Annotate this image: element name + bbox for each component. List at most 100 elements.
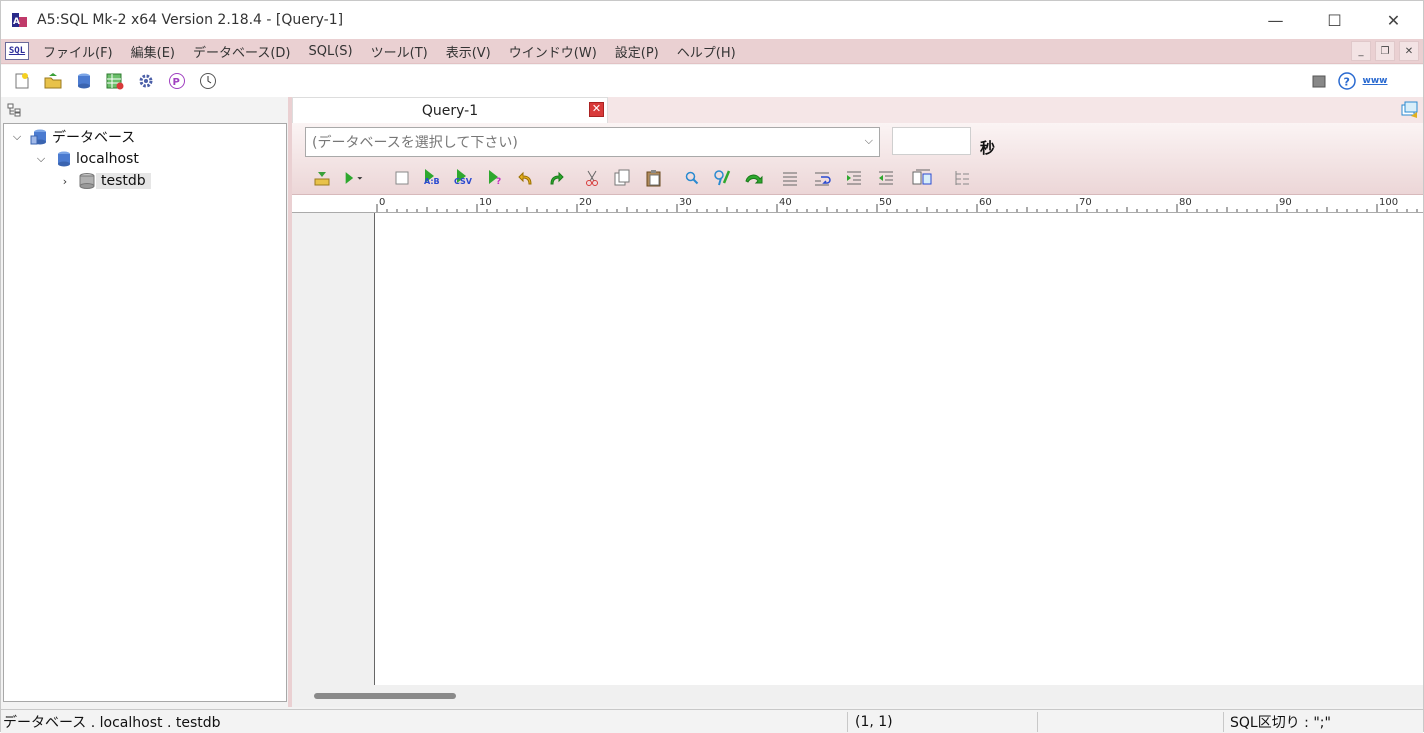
tree-node-testdb[interactable]: › testdb [58,170,151,192]
database-icon[interactable] [74,71,94,91]
svg-text:P: P [173,77,180,88]
query-header-panel: (データベースを選択して下さい) ⌵ 秒 A:B CSV ? [292,123,1423,195]
menu-bar: SQL ファイル(F) 編集(E) データベース(D) SQL(S) ツール(T… [1,39,1423,64]
chevron-down-icon[interactable]: ⌵ [865,134,873,148]
run-ab-icon[interactable]: A:B [422,167,442,189]
search-next-icon[interactable] [744,167,764,189]
www-label: www [1362,76,1388,86]
chevron-down-icon[interactable]: ⌵ [34,152,48,166]
menu-window[interactable]: ウインドウ(W) [505,42,601,61]
mdi-restore-button[interactable]: ❐ [1375,41,1395,61]
www-icon[interactable]: www [1362,71,1388,91]
run-from-file-icon[interactable] [312,167,332,189]
database-select-placeholder: (データベースを選択して下さい) [312,135,518,151]
app-window: A A5:SQL Mk-2 x64 Version 2.18.4 - [Quer… [0,0,1424,733]
menu-view[interactable]: 表示(V) [442,42,495,61]
menu-tools[interactable]: ツール(T) [367,42,432,61]
window-controls: — ☐ ✕ [1246,1,1423,39]
tree-outline-icon[interactable] [952,167,972,189]
maximize-button[interactable]: ☐ [1305,1,1364,39]
sql-toolbar: A:B CSV ? [310,167,1410,191]
menu-settings[interactable]: 設定(P) [611,42,663,61]
mdi-minimize-button[interactable]: _ [1351,41,1371,61]
ruler-label: 0 [379,197,386,208]
chevron-down-icon[interactable]: ⌵ [10,130,24,144]
svg-text:A: A [13,17,20,27]
close-button[interactable]: ✕ [1364,1,1423,39]
wrap-icon[interactable] [812,167,832,189]
tree-node-databases[interactable]: ⌵ データベース [10,126,135,148]
database-select[interactable]: (データベースを選択して下さい) ⌵ [305,127,880,157]
menu-edit[interactable]: 編集(E) [127,42,179,61]
database-icon [78,172,96,190]
indent-icon[interactable] [844,167,864,189]
status-divider [1223,712,1224,732]
ruler-label: 50 [879,197,892,208]
ruler-label: 30 [679,197,692,208]
menu-help[interactable]: ヘルプ(H) [673,42,740,61]
svg-text:?: ? [1344,76,1350,89]
export-csv-icon[interactable]: CSV [454,167,474,189]
server-icon [54,150,72,168]
close-tab-icon[interactable]: ✕ [589,102,604,117]
undo-icon[interactable] [516,167,536,189]
status-bar: データベース . localhost . testdb (1, 1) SQL区切… [1,709,1423,733]
status-path: データベース . localhost . testdb [3,715,221,731]
timeout-input[interactable] [892,127,971,155]
ruler-label: 60 [979,197,992,208]
stop-icon[interactable] [1309,71,1329,91]
cut-icon[interactable] [582,167,602,189]
explain-icon[interactable]: ? [486,167,506,189]
main-toolbar: P ? www [1,65,1423,97]
window-title: A5:SQL Mk-2 x64 Version 2.18.4 - [Query-… [37,12,344,28]
redo-icon[interactable] [546,167,566,189]
align-icon[interactable] [780,167,800,189]
title-bar: A A5:SQL Mk-2 x64 Version 2.18.4 - [Quer… [1,1,1423,39]
status-divider [1037,712,1038,732]
chevron-right-icon[interactable]: › [58,174,72,188]
horizontal-scrollbar[interactable] [292,685,1423,707]
menu-file[interactable]: ファイル(F) [39,42,117,61]
sql-logo-icon[interactable]: SQL [5,42,29,60]
toolbar-right: ? www [1301,71,1388,91]
minimize-button[interactable]: — [1246,1,1305,39]
ab-label: A:B [424,177,440,186]
window-list-icon[interactable] [1401,101,1419,119]
tree-label-databases: データベース [52,130,136,146]
editor-gutter [292,213,375,685]
outdent-icon[interactable] [876,167,896,189]
editor-ruler: 0 10 20 30 40 50 60 70 80 90 100 [292,195,1423,213]
database-tree-panel: ⌵ データベース ⌵ localhost › testdb [3,123,287,702]
status-divider [847,712,848,732]
plugin-icon[interactable]: P [167,71,187,91]
table-editor-icon[interactable] [105,71,125,91]
run-icon[interactable] [344,167,364,189]
menu-database[interactable]: データベース(D) [189,42,295,61]
sql-editor[interactable] [292,213,1423,685]
status-sql-delimiter: SQL区切り : ";" [1230,715,1331,731]
svg-text:?: ? [496,177,501,187]
tab-query-1[interactable]: Query-1 ✕ [292,97,608,123]
tab-strip: Query-1 ✕ [292,97,1423,123]
ruler-label: 100 [1379,197,1399,208]
ruler-label: 20 [579,197,592,208]
copy-icon[interactable] [612,167,632,189]
menu-sql[interactable]: SQL(S) [305,44,357,59]
mdi-close-button[interactable]: ✕ [1399,41,1419,61]
replace-icon[interactable] [712,167,732,189]
paste-icon[interactable] [644,167,664,189]
csv-label: CSV [454,177,472,186]
ruler-label: 80 [1179,197,1192,208]
split-editor-icon[interactable] [912,167,932,189]
stop-query-icon[interactable] [392,167,412,189]
clock-icon[interactable] [198,71,218,91]
tree-node-localhost[interactable]: ⌵ localhost [34,148,139,170]
tree-toggle-icon[interactable] [7,103,23,117]
open-icon[interactable] [43,71,63,91]
help-icon[interactable]: ? [1337,71,1357,91]
settings-gear-icon[interactable] [136,71,156,91]
new-query-icon[interactable] [12,71,32,91]
ruler-label: 90 [1279,197,1292,208]
scrollbar-thumb[interactable] [314,693,456,699]
search-icon[interactable] [682,167,702,189]
